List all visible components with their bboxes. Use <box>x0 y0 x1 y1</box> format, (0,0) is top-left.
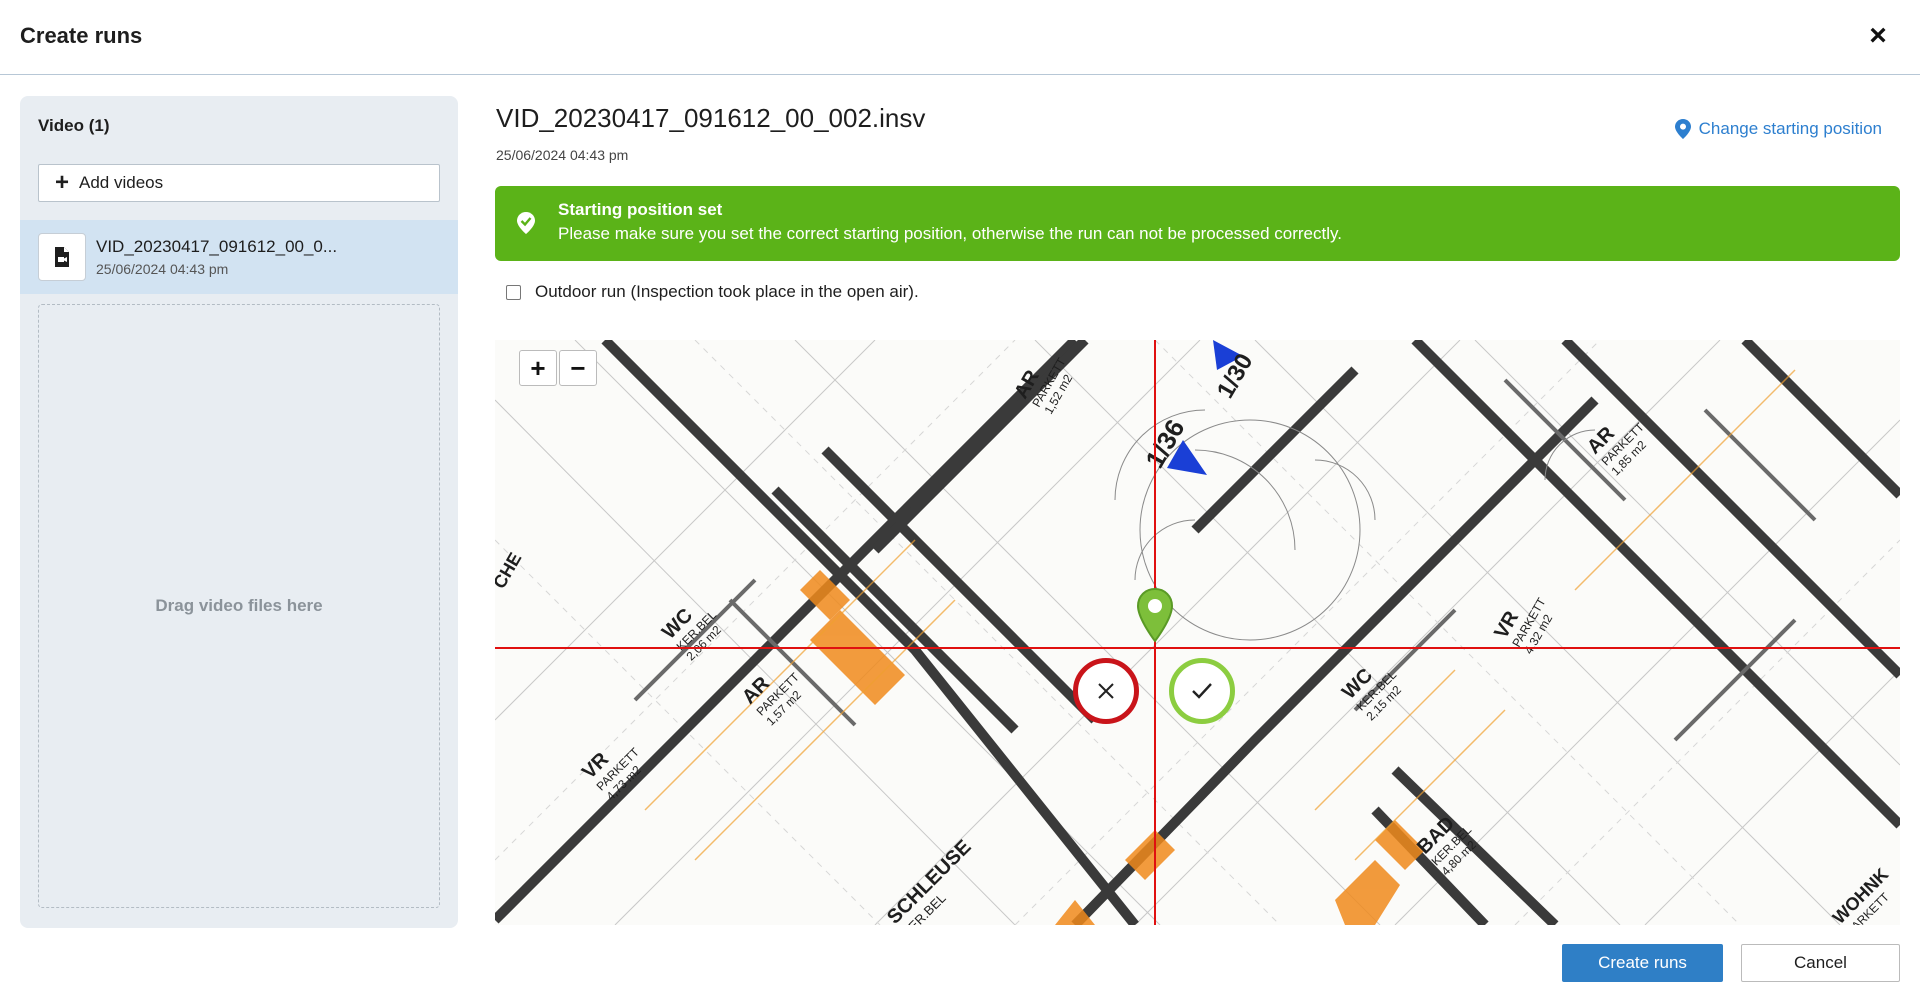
banner-title: Starting position set <box>558 200 723 219</box>
dropzone-text: Drag video files here <box>155 596 323 615</box>
add-videos-button[interactable]: + Add videos <box>38 164 440 202</box>
video-item-name: VID_20230417_091612_00_0... <box>96 237 338 256</box>
plus-icon: + <box>55 169 70 196</box>
add-videos-label: Add videos <box>79 173 164 192</box>
video-dropzone[interactable]: Drag video files here <box>38 304 440 908</box>
shield-check-icon <box>517 212 535 234</box>
change-starting-position-link[interactable]: Change starting position <box>1674 119 1882 139</box>
video-list-heading: Video (1) <box>38 116 110 135</box>
starting-position-banner: Starting position set Please make sure y… <box>495 186 1900 261</box>
video-item-date: 25/06/2024 04:43 pm <box>96 261 229 277</box>
close-icon[interactable]: × <box>1864 21 1892 51</box>
zoom-out-button[interactable]: − <box>559 350 597 386</box>
zoom-in-button[interactable]: + <box>519 350 557 386</box>
dialog-header: Create runs × <box>0 0 1920 75</box>
dialog-title: Create runs <box>20 23 143 48</box>
outdoor-run-label: Outdoor run (Inspection took place in th… <box>535 282 919 301</box>
close-icon <box>1098 683 1114 699</box>
confirm-position-button[interactable] <box>1169 658 1235 724</box>
video-list-item[interactable]: VID_20230417_091612_00_0... 25/06/2024 0… <box>20 220 458 294</box>
map-pin-icon[interactable] <box>1136 587 1174 643</box>
video-file-title: VID_20230417_091612_00_002.insv <box>496 103 926 133</box>
banner-text: Please make sure you set the correct sta… <box>558 224 1342 243</box>
video-list-panel: Video (1) + Add videos VID_20230417_0916… <box>20 96 458 928</box>
floor-plan-image: WC KER.BEL 2,06 m2 AR PARKETT 1,57 m2 VR… <box>495 340 1900 925</box>
reject-position-button[interactable] <box>1073 658 1139 724</box>
checkmark-icon <box>1192 683 1212 699</box>
create-runs-button[interactable]: Create runs <box>1562 944 1723 982</box>
video-file-date: 25/06/2024 04:43 pm <box>496 147 629 163</box>
cancel-button[interactable]: Cancel <box>1741 944 1900 982</box>
location-pin-icon <box>1674 119 1691 139</box>
video-file-icon <box>38 233 86 281</box>
change-starting-position-label: Change starting position <box>1698 119 1882 138</box>
outdoor-run-checkbox[interactable] <box>506 284 521 300</box>
floor-plan-map[interactable]: WC KER.BEL 2,06 m2 AR PARKETT 1,57 m2 VR… <box>495 340 1900 925</box>
map-zoom-controls: + − <box>519 350 597 386</box>
outdoor-run-option[interactable]: Outdoor run (Inspection took place in th… <box>506 282 919 302</box>
